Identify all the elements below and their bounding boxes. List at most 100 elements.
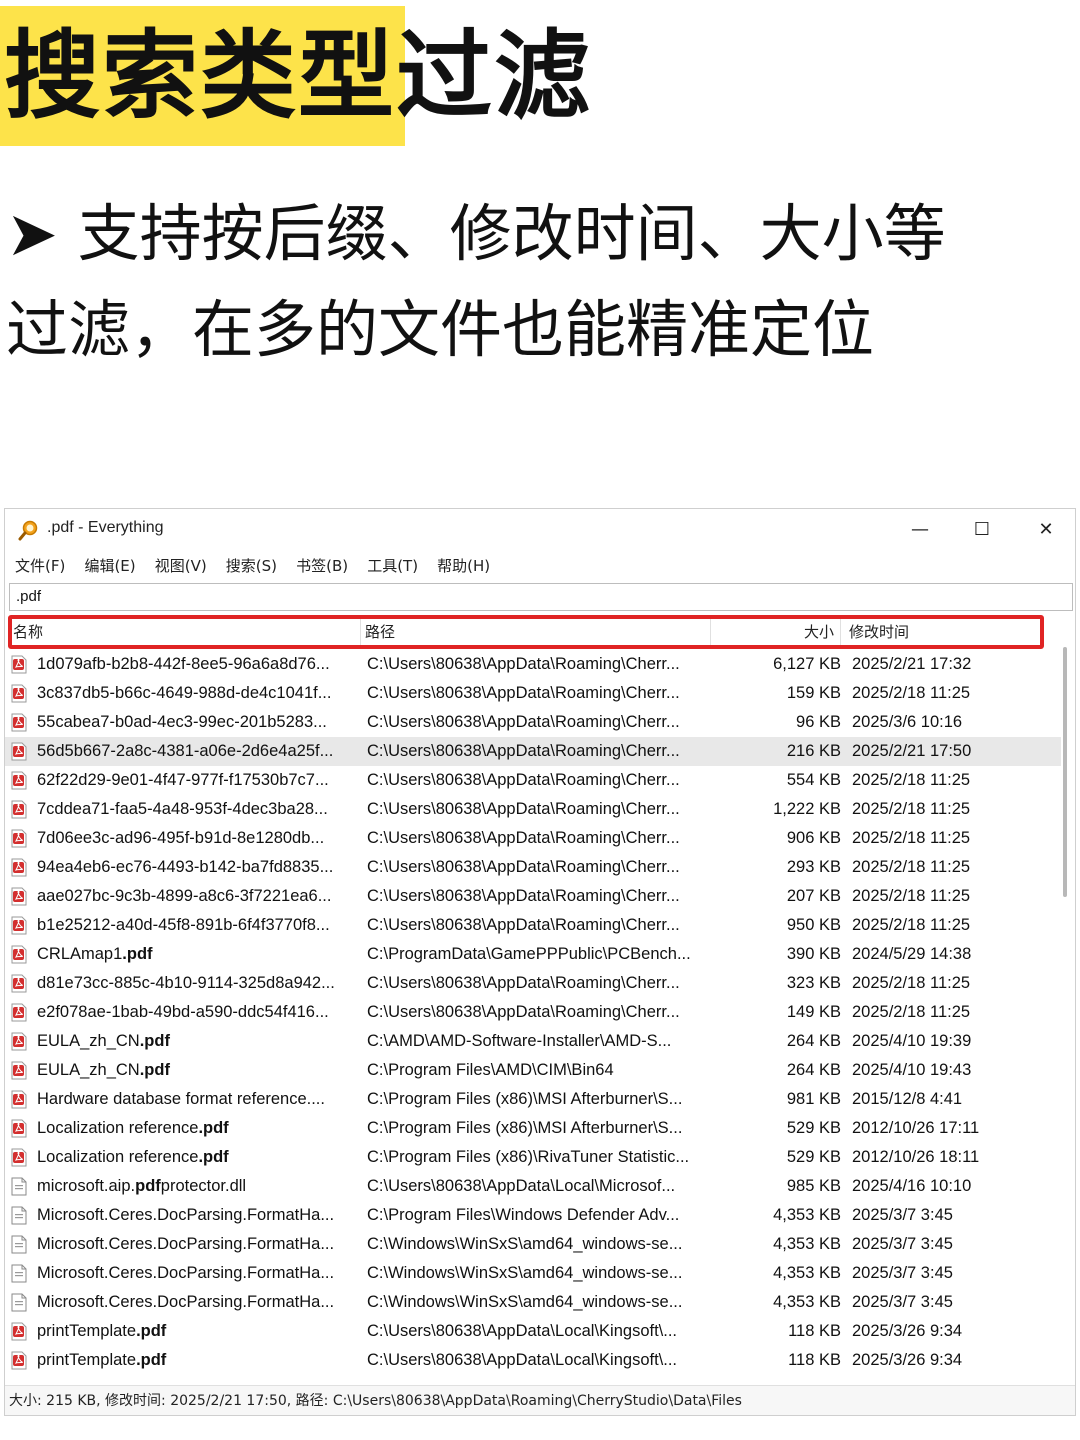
menu-tools[interactable]: 工具(T) (367, 551, 418, 581)
file-path: C:\Users\80638\AppData\Local\Kingsoft\..… (367, 1351, 678, 1369)
title-bar[interactable]: .pdf - Everything — ☐ ✕ (5, 509, 1075, 551)
subtitle-line-2: 过滤，在多的文件也能精准定位 (6, 293, 875, 366)
file-modified: 2025/3/7 3:45 (852, 1293, 953, 1311)
file-icon (11, 1264, 27, 1283)
file-name-match: .pdf (198, 1148, 229, 1166)
table-row[interactable]: printTemplate.pdf C:\Users\80638\AppData\… (5, 1317, 1061, 1346)
table-row[interactable]: d81e73cc-885c-4b10-9114-325d8a942... C:\U… (5, 969, 1061, 998)
file-modified: 2025/2/18 11:25 (852, 684, 971, 702)
table-row[interactable]: 62f22d29-9e01-4f47-977f-f17530b7c7... C:\… (5, 766, 1061, 795)
table-row[interactable]: 94ea4eb6-ec76-4493-b142-ba7fd8835... C:\U… (5, 853, 1061, 882)
menu-search[interactable]: 搜索(S) (226, 551, 277, 581)
table-row[interactable]: Microsoft.Ceres.DocParsing.FormatHa... C:… (5, 1288, 1061, 1317)
column-size[interactable]: 大小 (711, 617, 841, 647)
pdf-file-icon (11, 1148, 27, 1167)
column-name[interactable]: 名称 (9, 617, 361, 647)
file-size: 264 KB (786, 1061, 841, 1079)
file-size: 96 KB (796, 713, 841, 731)
search-input[interactable]: .pdf (9, 583, 1073, 611)
menu-bar: 文件(F) 编辑(E) 视图(V) 搜索(S) 书签(B) 工具(T) 帮助(H… (5, 551, 1075, 581)
file-size: 216 KB (786, 742, 841, 760)
file-name-text: Localization reference (37, 1119, 199, 1137)
table-row[interactable]: Microsoft.Ceres.DocParsing.FormatHa... C:… (5, 1201, 1061, 1230)
pdf-file-icon (11, 974, 27, 993)
file-path: C:\Users\80638\AppData\Roaming\Cherr... (367, 887, 680, 905)
minimize-button[interactable]: — (897, 515, 943, 545)
file-modified: 2025/2/18 11:25 (852, 887, 971, 905)
scroll-thumb[interactable] (1063, 647, 1067, 897)
file-name: Localization reference.pdf (37, 1114, 359, 1143)
table-row[interactable]: aae027bc-9c3b-4899-a8c6-3f7221ea6... C:\U… (5, 882, 1061, 911)
file-name-match: .pdf (136, 1351, 167, 1369)
file-icon (11, 1293, 27, 1312)
table-row[interactable]: 55cabea7-b0ad-4ec3-99ec-201b5283... C:\Us… (5, 708, 1061, 737)
file-modified: 2025/2/18 11:25 (852, 916, 971, 934)
table-row[interactable]: EULA_zh_CN.pdf C:\AMD\AMD-Software-Instal… (5, 1027, 1061, 1056)
status-bar: 大小: 215 KB, 修改时间: 2025/2/21 17:50, 路径: C… (5, 1385, 1075, 1415)
table-row[interactable]: microsoft.aip.pdfprotector.dll C:\Users\8… (5, 1172, 1061, 1201)
file-path: C:\Program Files (x86)\RivaTuner Statist… (367, 1148, 690, 1166)
file-size: 4,353 KB (773, 1293, 841, 1311)
menu-help[interactable]: 帮助(H) (437, 551, 490, 581)
menu-bookmarks[interactable]: 书签(B) (296, 551, 348, 581)
file-icon (11, 1206, 27, 1225)
file-name: Microsoft.Ceres.DocParsing.FormatHa... (37, 1293, 335, 1311)
file-name: 62f22d29-9e01-4f47-977f-f17530b7c7... (37, 771, 329, 789)
file-path: C:\ProgramData\GamePPPublic\PCBench... (367, 945, 691, 963)
file-modified: 2025/2/21 17:32 (852, 655, 972, 673)
pdf-file-icon (11, 829, 27, 848)
table-row[interactable]: 1d079afb-b2b8-442f-8ee5-96a6a8d76... C:\U… (5, 650, 1061, 679)
file-size: 1,222 KB (773, 800, 841, 818)
arrow-icon: ➤ (6, 197, 58, 270)
table-row[interactable]: EULA_zh_CN.pdf C:\Program Files\AMD\CIM\B… (5, 1056, 1061, 1085)
table-row[interactable]: printTemplate.pdf C:\Users\80638\AppData\… (5, 1346, 1061, 1375)
menu-view[interactable]: 视图(V) (155, 551, 207, 581)
pdf-file-icon (11, 655, 27, 674)
table-row[interactable]: Hardware database format reference.... C:… (5, 1085, 1061, 1114)
maximize-button[interactable]: ☐ (959, 515, 1005, 545)
file-name: 1d079afb-b2b8-442f-8ee5-96a6a8d76... (37, 655, 330, 673)
close-button[interactable]: ✕ (1023, 515, 1069, 545)
file-modified: 2025/2/18 11:25 (852, 771, 971, 789)
file-size: 264 KB (786, 1032, 841, 1050)
menu-file[interactable]: 文件(F) (15, 551, 65, 581)
file-size: 906 KB (786, 829, 841, 847)
file-size: 529 KB (786, 1148, 841, 1166)
column-header: 名称 路径 大小 修改时间 (5, 617, 1051, 647)
file-path: C:\Users\80638\AppData\Roaming\Cherr... (367, 655, 680, 673)
table-row[interactable]: Microsoft.Ceres.DocParsing.FormatHa... C:… (5, 1259, 1061, 1288)
file-path: C:\Users\80638\AppData\Local\Microsof... (367, 1177, 676, 1195)
file-size: 529 KB (786, 1119, 841, 1137)
menu-edit[interactable]: 编辑(E) (84, 551, 135, 581)
file-name: e2f078ae-1bab-49bd-a590-ddc54f416... (37, 1003, 329, 1021)
file-path: C:\Windows\WinSxS\amd64_windows-se... (367, 1235, 683, 1253)
table-row[interactable]: CRLAmap1.pdf C:\ProgramData\GamePPPublic\… (5, 940, 1061, 969)
column-modified[interactable]: 修改时间 (845, 617, 1045, 647)
file-size: 6,127 KB (773, 655, 841, 673)
column-path[interactable]: 路径 (361, 617, 711, 647)
file-size: 118 KB (788, 1322, 841, 1340)
pdf-file-icon (11, 771, 27, 790)
file-name-match: pdf (135, 1177, 161, 1195)
table-row[interactable]: e2f078ae-1bab-49bd-a590-ddc54f416... C:\U… (5, 998, 1061, 1027)
table-row[interactable]: Localization reference.pdf C:\Program Fil… (5, 1143, 1061, 1172)
table-row[interactable]: 3c837db5-b66c-4649-988d-de4c1041f... C:\U… (5, 679, 1061, 708)
file-modified: 2025/3/6 10:16 (852, 713, 963, 731)
file-path: C:\Users\80638\AppData\Roaming\Cherr... (367, 684, 680, 702)
table-row[interactable]: Microsoft.Ceres.DocParsing.FormatHa... C:… (5, 1230, 1061, 1259)
file-modified: 2025/2/18 11:25 (852, 1003, 971, 1021)
vertical-scrollbar[interactable] (1059, 617, 1073, 1387)
table-row[interactable]: 7d06ee3c-ad96-495f-b91d-8e1280db... C:\Us… (5, 824, 1061, 853)
table-row[interactable]: Localization reference.pdf C:\Program Fil… (5, 1114, 1061, 1143)
table-row[interactable]: 7cddea71-faa5-4a48-953f-4dec3ba28... C:\U… (5, 795, 1061, 824)
magnifier-icon (18, 520, 38, 541)
file-modified: 2025/2/18 11:25 (852, 829, 971, 847)
table-row[interactable]: b1e25212-a40d-45f8-891b-6f4f3770f8... C:\… (5, 911, 1061, 940)
file-path: C:\Program Files (x86)\MSI Afterburner\S… (367, 1119, 683, 1137)
pdf-file-icon (11, 1003, 27, 1022)
file-size: 149 KB (786, 1003, 841, 1021)
file-name: printTemplate.pdf (37, 1317, 359, 1346)
pdf-file-icon (11, 916, 27, 935)
file-path: C:\Windows\WinSxS\amd64_windows-se... (367, 1264, 683, 1282)
table-row[interactable]: 56d5b667-2a8c-4381-a06e-2d6e4a25f... C:\U… (5, 737, 1061, 766)
